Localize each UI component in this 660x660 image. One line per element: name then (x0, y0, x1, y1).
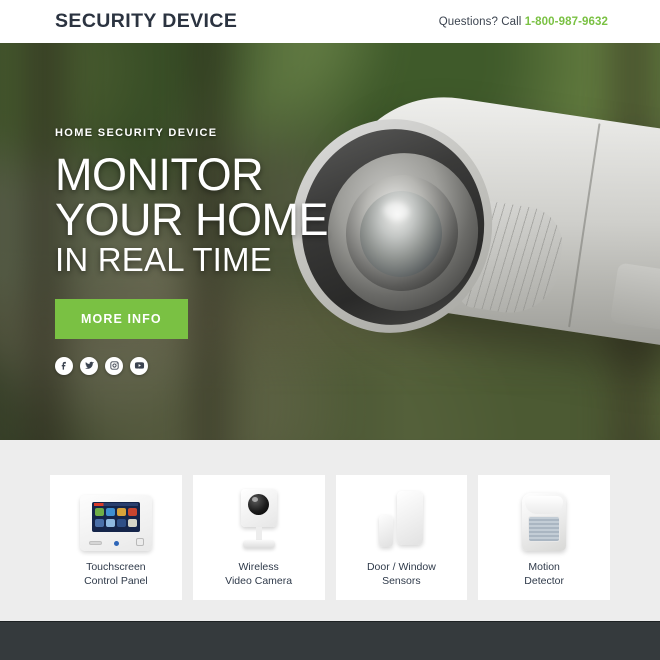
product-card-touchscreen-control-panel[interactable]: Touchscreen Control Panel (50, 475, 182, 600)
motion-detector-graphic (522, 493, 567, 551)
contact-info: Questions? Call 1-800-987-9632 (439, 16, 608, 28)
detector-dome (525, 496, 564, 514)
control-panel-screen (91, 502, 140, 532)
control-panel-slot (88, 541, 102, 545)
instagram-icon[interactable] (105, 356, 123, 375)
landing-page: SECURITY DEVICE Questions? Call 1-800-98… (0, 0, 660, 660)
hero-headline: MONITOR YOUR HOME IN REAL TIME (55, 149, 355, 279)
label-line-1: Wireless (238, 561, 279, 573)
site-logo[interactable]: SECURITY DEVICE (55, 11, 237, 32)
label-line-2: Video Camera (225, 575, 293, 588)
hero-eyebrow: HOME SECURITY DEVICE (55, 127, 218, 139)
label-line-1: Door / Window (366, 561, 436, 573)
sensor-magnet-unit (379, 515, 394, 547)
screen-status-bar (93, 503, 138, 506)
door-window-sensors-image (377, 487, 425, 551)
wireless-video-camera-image (239, 487, 279, 551)
sensor-main-unit (397, 491, 424, 545)
product-card-door-window-sensors[interactable]: Door / Window Sensors (335, 475, 468, 600)
detector-fresnel-lens (528, 516, 561, 542)
headline-line-3: IN REAL TIME (55, 241, 272, 279)
motion-detector-image (522, 487, 567, 551)
facebook-icon[interactable] (55, 356, 73, 375)
label-line-2: Detector (524, 575, 564, 588)
social-links (55, 356, 355, 375)
screen-icon-row-2 (94, 519, 137, 527)
headline-line-2: YOUR HOME (55, 193, 329, 245)
phone-number[interactable]: 1-800-987-9632 (525, 16, 608, 28)
hero-copy: HOME SECURITY DEVICE MONITOR YOUR HOME I… (55, 127, 355, 375)
screen-icon (116, 508, 126, 516)
control-panel-indicator (113, 541, 119, 546)
camera-stand-base (242, 540, 275, 548)
label-line-1: Motion (528, 561, 560, 573)
twitter-icon[interactable] (80, 356, 98, 375)
product-card-wireless-video-camera[interactable]: Wireless Video Camera (192, 475, 325, 600)
label-line-1: Touchscreen (86, 561, 146, 573)
wireless-camera-graphic (239, 489, 279, 551)
camera-lens (247, 494, 269, 515)
sensor-pair-graphic (377, 491, 425, 551)
more-info-button[interactable]: MORE INFO (55, 298, 188, 339)
screen-icon (127, 519, 137, 527)
control-panel-graphic (79, 495, 152, 551)
screen-icon (105, 508, 115, 516)
control-panel-button (135, 538, 144, 546)
screen-icon (127, 508, 137, 516)
screen-icon (105, 519, 115, 527)
screen-icon (116, 519, 126, 527)
screen-icon (94, 508, 104, 516)
touchscreen-control-panel-image (79, 487, 152, 551)
youtube-icon[interactable] (130, 356, 148, 375)
site-footer (0, 621, 660, 660)
product-card-motion-detector[interactable]: Motion Detector (478, 475, 610, 600)
product-card-label: Touchscreen Control Panel (84, 560, 148, 589)
contact-prefix: Questions? Call (438, 15, 525, 28)
camera-stand-neck (255, 527, 262, 541)
camera-mount (609, 262, 660, 332)
screen-icon-row-1 (94, 508, 137, 516)
product-card-label: Door / Window Sensors (367, 560, 436, 589)
products-section: Touchscreen Control Panel Wireless Video… (0, 440, 660, 621)
headline-line-1: MONITOR (55, 149, 264, 200)
label-line-2: Control Panel (84, 575, 148, 588)
product-card-label: Wireless Video Camera (225, 560, 292, 589)
site-header: SECURITY DEVICE Questions? Call 1-800-98… (0, 0, 660, 43)
label-line-2: Sensors (382, 575, 421, 588)
hero-section: HOME SECURITY DEVICE MONITOR YOUR HOME I… (0, 43, 660, 440)
product-card-label: Motion Detector (524, 560, 564, 589)
screen-icon (94, 519, 104, 527)
